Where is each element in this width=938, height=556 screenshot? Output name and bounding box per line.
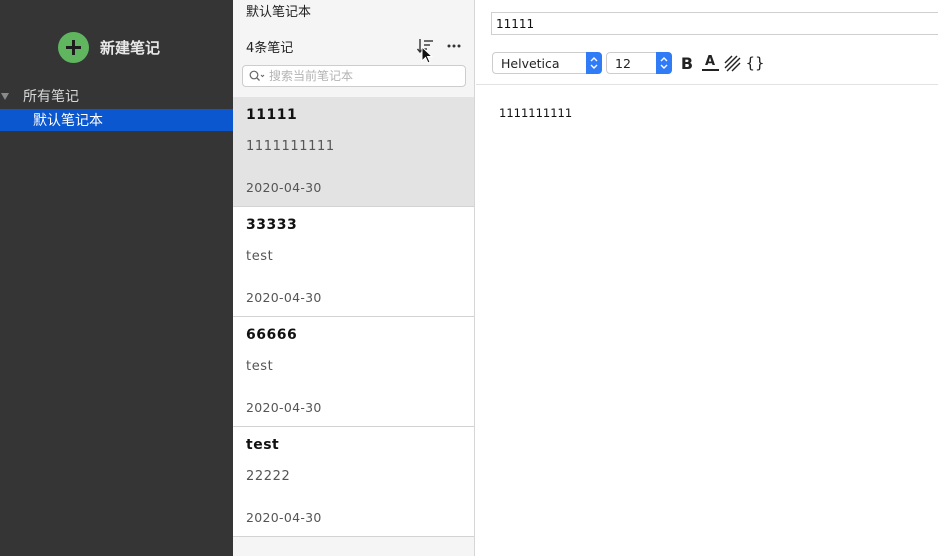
search-box[interactable] [242, 65, 466, 87]
note-preview: 1111111111 [246, 139, 335, 154]
text-color-underline [701, 69, 719, 71]
note-count: 4条笔记 [246, 41, 294, 56]
note-date: 2020-04-30 [246, 180, 322, 195]
note-date: 2020-04-30 [246, 290, 322, 305]
note-title: 66666 [246, 327, 298, 343]
more-options-button[interactable] [446, 38, 462, 54]
note-item[interactable]: 66666 test 2020-04-30 [233, 317, 474, 427]
note-date: 2020-04-30 [246, 400, 322, 415]
font-size-value: 12 [615, 55, 631, 71]
new-note-button[interactable]: 新建笔记 [58, 31, 161, 63]
ellipsis-icon [447, 44, 461, 48]
format-toolbar: Helvetica 12 B A {} [476, 52, 938, 85]
editor-panel: Helvetica 12 B A {} [476, 0, 938, 556]
tree-item-all-notes[interactable]: 所有笔记 [0, 86, 233, 106]
font-size-select[interactable]: 12 [606, 52, 672, 74]
note-list-panel: 默认笔记本 4条笔记 11111 1111111111 2020-04-30 [233, 0, 475, 556]
font-family-value: Helvetica [501, 55, 560, 71]
highlight-button[interactable] [723, 52, 741, 74]
updown-chevron-icon [656, 52, 672, 74]
note-list: 11111 1111111111 2020-04-30 33333 test 2… [233, 97, 474, 537]
tree-item-all-notes-label: 所有笔记 [23, 89, 79, 105]
note-item[interactable]: 11111 1111111111 2020-04-30 [233, 97, 474, 207]
text-color-button[interactable]: A [700, 52, 720, 74]
note-item[interactable]: 33333 test 2020-04-30 [233, 207, 474, 317]
note-preview: test [246, 249, 274, 264]
search-input[interactable] [269, 69, 449, 83]
font-family-select[interactable]: Helvetica [492, 52, 602, 74]
note-title: 33333 [246, 217, 298, 233]
disclosure-triangle-icon[interactable] [1, 92, 9, 100]
new-note-label: 新建笔记 [100, 38, 161, 57]
text-color-icon: A [704, 54, 716, 69]
plus-icon [58, 31, 89, 63]
mouse-cursor-icon [421, 46, 433, 64]
updown-chevron-icon [586, 52, 602, 74]
notebook-title: 默认笔记本 [246, 5, 312, 20]
bold-icon: B [680, 53, 694, 73]
note-date: 2020-04-30 [246, 510, 322, 525]
note-title: 11111 [246, 107, 298, 123]
code-block-button[interactable]: {} [744, 52, 766, 74]
note-title: test [246, 437, 280, 453]
search-icon [249, 70, 265, 81]
bold-button[interactable]: B [679, 52, 695, 74]
note-preview: 22222 [246, 469, 291, 484]
tree-item-default-notebook-label: 默认笔记本 [33, 113, 103, 129]
note-content[interactable]: 1111111111 [499, 106, 572, 120]
highlight-hatch-icon [724, 55, 740, 71]
note-title-input[interactable] [491, 12, 938, 35]
sidebar: 新建笔记 所有笔记 默认笔记本 [0, 0, 233, 556]
note-preview: test [246, 359, 274, 374]
tree-item-default-notebook[interactable]: 默认笔记本 [0, 109, 233, 131]
code-braces-icon: {} [745, 54, 765, 72]
note-item[interactable]: test 22222 2020-04-30 [233, 427, 474, 537]
